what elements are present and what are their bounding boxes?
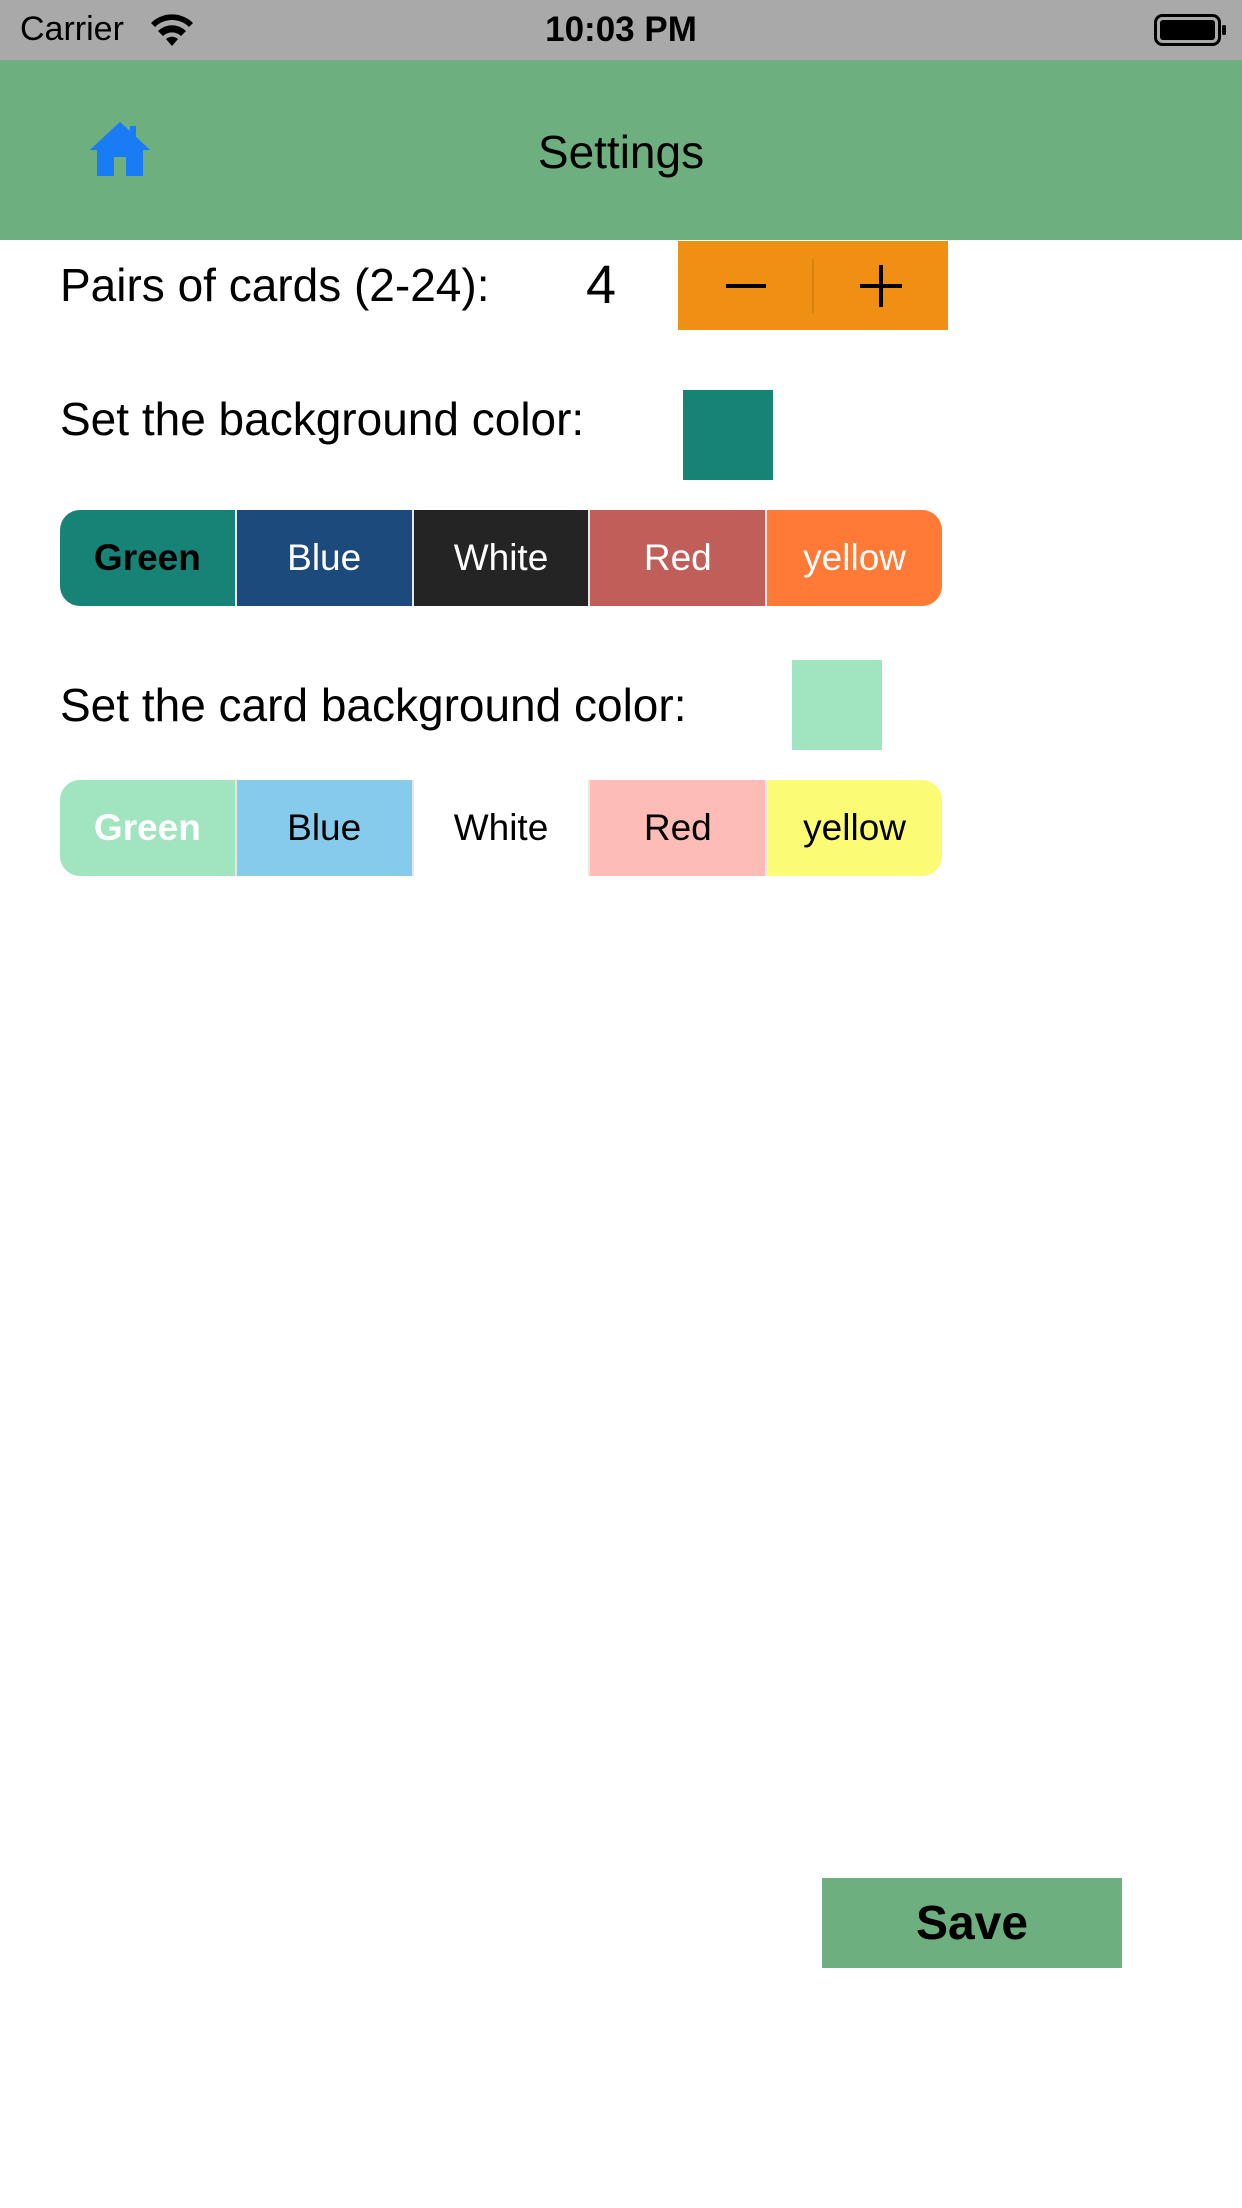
decrement-button[interactable] — [678, 241, 813, 330]
save-button[interactable]: Save — [822, 1878, 1122, 1968]
background-option-white[interactable]: White — [411, 510, 589, 606]
background-option-blue[interactable]: Blue — [234, 510, 412, 606]
clock: 10:03 PM — [545, 10, 697, 49]
background-option-green[interactable]: Green — [60, 510, 235, 606]
card-background-color-preview — [792, 660, 882, 750]
stepper-divider — [812, 259, 814, 313]
card-option-white[interactable]: White — [411, 780, 589, 876]
pairs-value: 4 — [586, 255, 617, 315]
pairs-label: Pairs of cards (2-24): — [60, 259, 490, 311]
pairs-stepper — [678, 241, 948, 330]
page-title: Settings — [537, 126, 705, 178]
card-option-red[interactable]: Red — [588, 780, 766, 876]
background-color-selector: Green Blue White Red yellow — [60, 510, 942, 606]
card-background-color-label: Set the card background color: — [60, 679, 687, 731]
card-option-yellow[interactable]: yellow — [765, 780, 942, 876]
background-option-yellow[interactable]: yellow — [765, 510, 942, 606]
card-option-green[interactable]: Green — [60, 780, 235, 876]
increment-button[interactable] — [813, 241, 948, 330]
card-option-blue[interactable]: Blue — [234, 780, 412, 876]
battery-icon — [1154, 14, 1226, 46]
card-background-color-selector: Green Blue White Red yellow — [60, 780, 942, 876]
background-color-label: Set the background color: — [60, 393, 585, 445]
status-bar: Carrier 10:03 PM — [0, 0, 1242, 60]
minus-icon — [725, 283, 766, 288]
background-option-red[interactable]: Red — [588, 510, 766, 606]
background-color-preview — [683, 390, 773, 480]
